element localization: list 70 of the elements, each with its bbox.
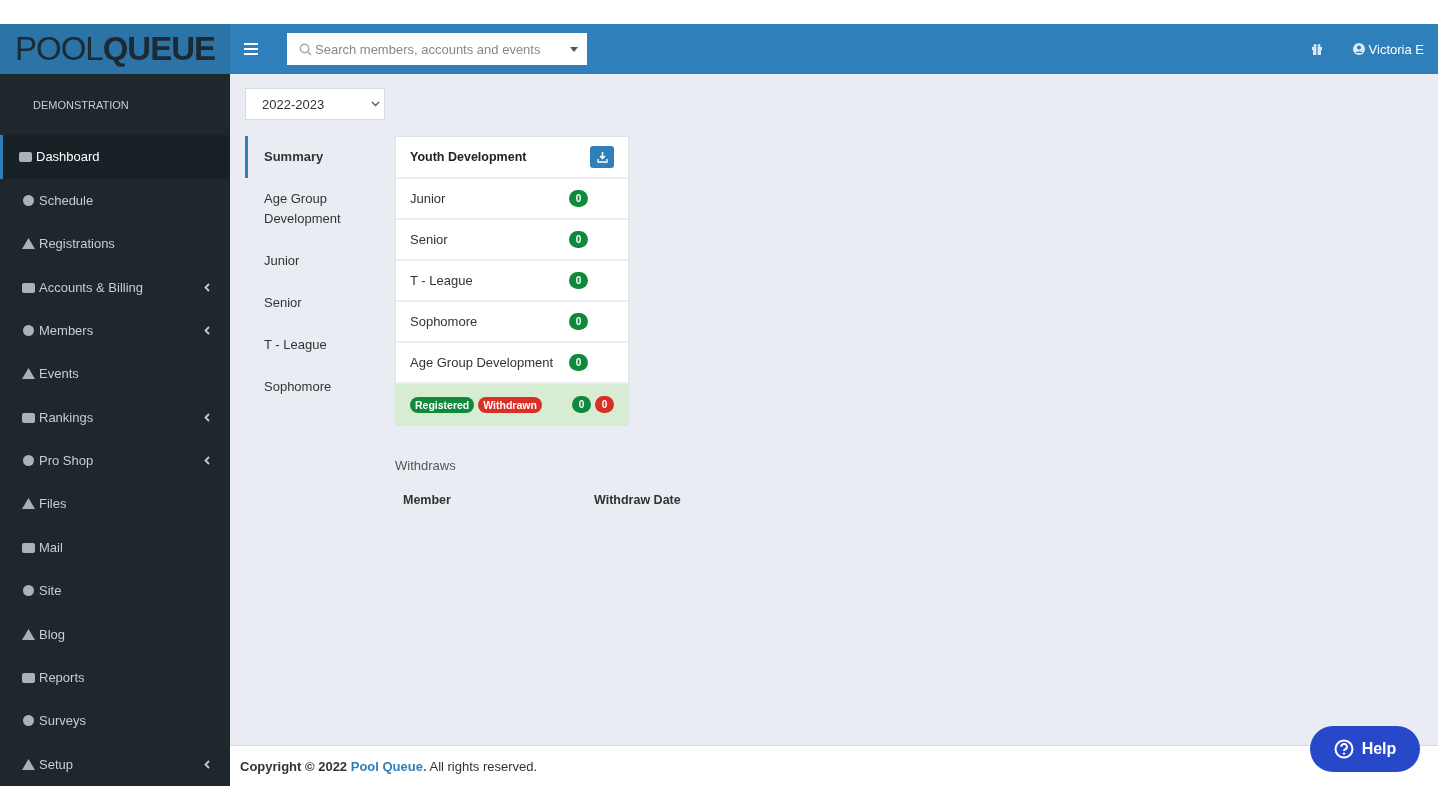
sidebar-item[interactable]: Pro Shop — [0, 438, 230, 483]
subnav-tab[interactable]: Summary — [245, 136, 377, 178]
nav-icon — [21, 410, 36, 424]
user-icon[interactable] — [1352, 43, 1365, 55]
sidebar-item[interactable]: Blog — [0, 612, 230, 656]
copyright-text: Copyright © 2022 Pool Queue. All rights reserved. — [240, 758, 538, 774]
download-button[interactable] — [590, 146, 614, 168]
group-name: Junior — [410, 191, 446, 206]
user-name[interactable]: Victoria E — [1368, 41, 1424, 57]
help-button[interactable]: Help — [1310, 726, 1420, 772]
download-icon — [596, 151, 608, 163]
sidebar-item[interactable]: Setup — [0, 742, 230, 786]
subnav-tab[interactable]: Age Group Development — [245, 178, 377, 240]
column-header: Withdraw Date — [594, 493, 682, 507]
search-field[interactable]: Search members, accounts and events — [287, 33, 587, 65]
group-name: Sophomore — [410, 314, 478, 329]
count-badge: 0 — [569, 272, 588, 289]
nav-icon — [21, 280, 36, 294]
search-icon — [299, 43, 312, 56]
nav-icon — [21, 193, 36, 207]
count-badge: 0 — [569, 313, 588, 330]
nav-icon — [21, 237, 36, 251]
sidebar-item[interactable]: Mail — [0, 525, 230, 570]
nav-icon — [21, 584, 36, 598]
count-badge: 0 — [595, 396, 614, 413]
status-tag: Registered — [410, 396, 475, 413]
organization-name: DEMONSTRATION — [32, 97, 130, 113]
group-name: Age Group Development — [410, 355, 554, 370]
count-badge: 0 — [569, 354, 588, 371]
count-badge: 0 — [569, 231, 588, 248]
nav-icon — [21, 627, 36, 641]
sidebar-item[interactable]: Surveys — [0, 699, 230, 743]
sidebar-item[interactable]: Events — [0, 352, 230, 396]
sidebar-item[interactable]: Site — [0, 569, 230, 613]
group-name: T - League — [410, 273, 473, 288]
gift-icon[interactable] — [1310, 43, 1323, 55]
caret-icon — [570, 47, 578, 52]
sidebar-item[interactable]: Dashboard — [0, 135, 230, 179]
nav-icon — [21, 367, 36, 381]
season-select[interactable]: 2022-2023 — [245, 88, 385, 120]
section-title: Withdraws — [395, 458, 457, 473]
help-icon — [1333, 739, 1354, 759]
subnav-tab[interactable]: Senior — [245, 282, 377, 324]
sidebar-item[interactable]: Members — [0, 308, 230, 353]
chevron-down-icon — [371, 101, 380, 107]
nav-icon — [21, 540, 36, 554]
sidebar-item[interactable]: Rankings — [0, 395, 230, 439]
nav-icon — [21, 714, 36, 728]
sidebar-item[interactable]: Schedule — [0, 178, 230, 222]
nav-icon — [18, 150, 33, 164]
status-tag: Withdrawn — [478, 396, 542, 413]
footer-link[interactable]: Pool Queue. — [350, 758, 427, 774]
group-name: Senior — [410, 232, 448, 247]
sidebar-item[interactable]: Accounts & Billing — [0, 265, 230, 309]
subnav-tab[interactable]: Sophomore — [245, 366, 377, 408]
column-header: Member — [403, 493, 452, 507]
count-badge: 0 — [572, 396, 591, 413]
count-badge: 0 — [569, 190, 588, 207]
card-title: Youth Development — [410, 150, 527, 164]
nav-icon — [21, 497, 36, 511]
menu-icon[interactable] — [244, 43, 258, 55]
subnav-tab[interactable]: Junior — [245, 240, 377, 282]
nav-icon — [21, 671, 36, 684]
nav-icon — [21, 323, 36, 337]
nav-icon — [21, 454, 36, 468]
sidebar-item[interactable]: Files — [0, 482, 230, 526]
subnav-tab[interactable]: T - League — [245, 324, 377, 366]
sidebar-item[interactable]: Registrations — [0, 221, 230, 266]
nav-icon — [21, 757, 36, 771]
sidebar-item[interactable]: Reports — [0, 655, 230, 700]
